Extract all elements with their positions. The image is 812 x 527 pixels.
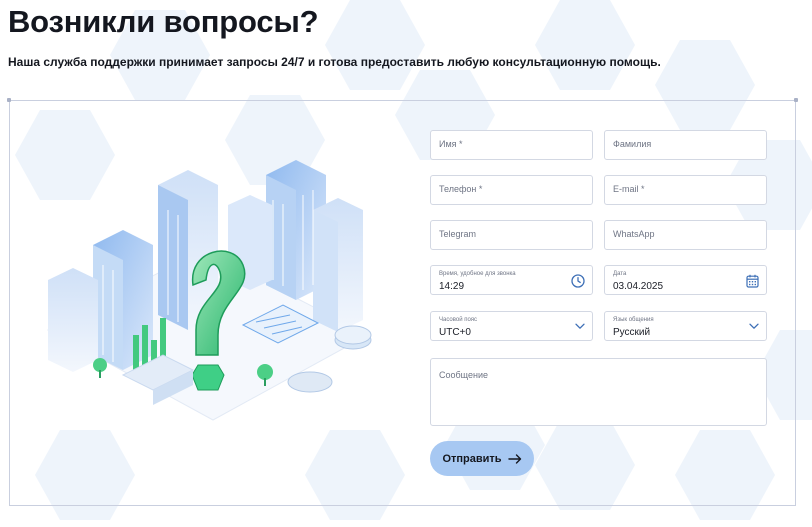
phone-input[interactable]: Телефон * <box>430 175 593 205</box>
date-value: 03.04.2025 <box>613 281 664 292</box>
telegram-placeholder: Telegram <box>439 229 477 239</box>
email-input[interactable]: E-mail * <box>604 175 767 205</box>
city-question-illustration <box>46 160 372 421</box>
last-name-placeholder: Фамилия <box>613 139 652 149</box>
frame-handle-top-left <box>7 98 11 102</box>
submit-button[interactable]: Отправить <box>430 441 534 476</box>
phone-placeholder: Телефон * <box>439 184 483 194</box>
timezone-value: UTC+0 <box>439 327 471 338</box>
chevron-down-icon[interactable] <box>575 323 585 330</box>
submit-button-label: Отправить <box>442 452 502 465</box>
frame-handle-top-right <box>794 98 798 102</box>
first-name-input[interactable]: Имя * <box>430 130 593 160</box>
chevron-down-icon[interactable] <box>749 323 759 330</box>
whatsapp-placeholder: WhatsApp <box>613 229 655 239</box>
first-name-placeholder: Имя * <box>439 139 463 149</box>
call-time-value: 14:29 <box>439 281 465 292</box>
language-select[interactable]: Язык общения Русский <box>604 311 767 341</box>
message-textarea[interactable]: Сообщение <box>430 358 767 426</box>
page-subtitle: Наша служба поддержки принимает запросы … <box>8 55 661 69</box>
calendar-icon[interactable] <box>746 274 759 288</box>
call-time-label: Время, удобное для звонка <box>439 271 516 277</box>
language-label: Язык общения <box>613 317 654 323</box>
message-placeholder: Сообщение <box>439 370 488 380</box>
language-value: Русский <box>613 327 651 338</box>
date-label: Дата <box>613 271 627 277</box>
last-name-input[interactable]: Фамилия <box>604 130 767 160</box>
page-title: Возникли вопросы? <box>8 4 319 39</box>
email-placeholder: E-mail * <box>613 184 645 194</box>
arrow-right-icon <box>507 453 521 464</box>
clock-icon[interactable] <box>571 274 585 288</box>
call-time-input[interactable]: Время, удобное для звонка 14:29 <box>430 265 593 295</box>
date-input[interactable]: Дата 03.04.2025 <box>604 265 767 295</box>
timezone-label: Часовой пояс <box>439 317 478 323</box>
telegram-input[interactable]: Telegram <box>430 220 593 250</box>
timezone-select[interactable]: Часовой пояс UTC+0 <box>430 311 593 341</box>
whatsapp-input[interactable]: WhatsApp <box>604 220 767 250</box>
